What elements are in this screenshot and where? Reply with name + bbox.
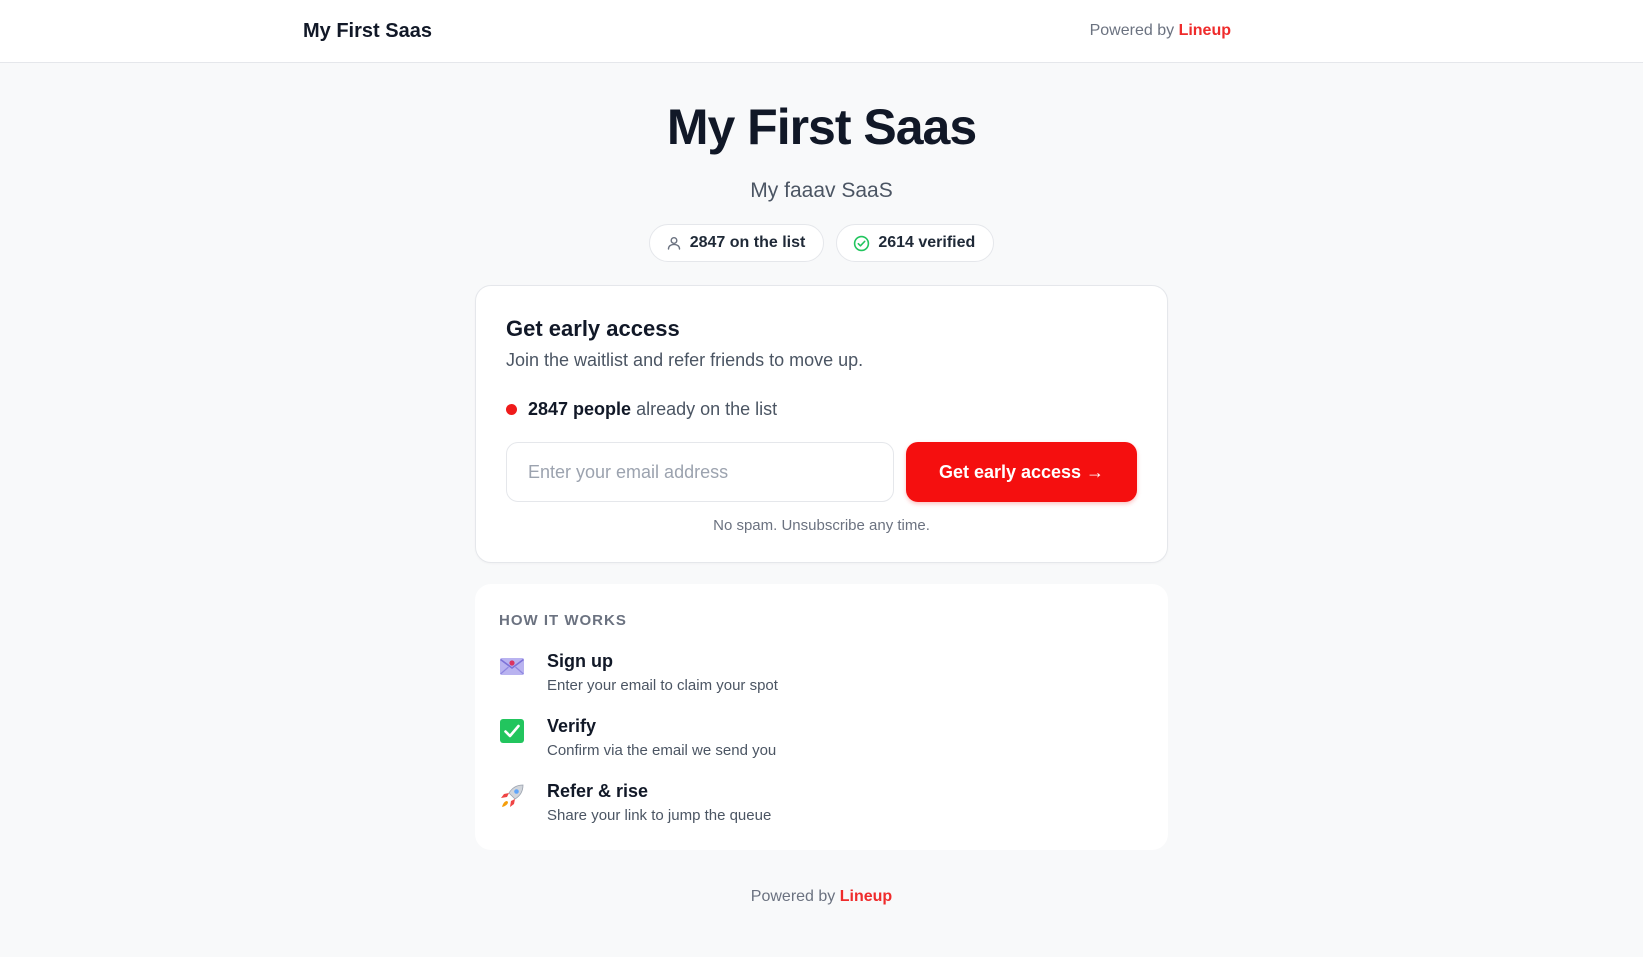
step-refer-desc: Share your link to jump the queue [547,807,772,824]
user-icon [667,237,680,250]
step-refer: Refer & rise Share your link to jump the… [499,781,1144,824]
envelope-icon [500,658,524,675]
step-sign-up: Sign up Enter your email to claim your s… [499,651,1144,694]
signup-form: Get early access → [506,442,1137,502]
top-bar: My First Saas Powered by Lineup [0,0,1643,63]
get-early-access-button[interactable]: Get early access → [906,442,1137,502]
powered-by-prefix: Powered by [1089,22,1175,39]
waitlist-count: 2847 people already on the list [506,399,1137,420]
stat-pill-verified: 2614 verified [836,224,995,262]
check-circle-icon [854,235,870,251]
page-title: My First Saas [666,99,977,155]
stat-list-label: 2847 on the list [689,234,806,251]
waitlist-count-number: 2847 people [528,399,632,419]
step-sign-up-desc: Enter your email to claim your spot [547,677,778,694]
stat-verified-label: 2614 verified [878,234,976,251]
email-input[interactable] [506,442,894,502]
step-verify-desc: Confirm via the email we send you [547,742,777,759]
signup-title: Get early access [506,316,680,341]
powered-by[interactable]: Powered by Lineup [1090,22,1231,40]
signup-subtitle: Join the waitlist and refer friends to m… [506,350,864,370]
footer: Powered by Lineup [0,888,1643,906]
step-sign-up-title: Sign up [547,651,613,671]
footer-powered-prefix: Powered by [750,888,836,905]
hero: My First Saas My faaav SaaS 2847 on the … [0,63,1643,262]
waitlist-count-text: already on the list [636,399,778,419]
brand-name[interactable]: My First Saas [303,20,432,43]
no-spam-note: No spam. Unsubscribe any time. [713,517,930,534]
page-tagline: My faaav SaaS [750,179,893,202]
step-verify-title: Verify [547,716,597,736]
checkbox-icon [500,719,524,743]
stats-row: 2847 on the list 2614 verified [0,224,1643,262]
how-it-works: HOW IT WORKS Sign up Enter your email to… [475,584,1168,850]
step-refer-title: Refer & rise [547,781,649,801]
rocket-icon [501,784,524,807]
powered-by-brand-link[interactable]: Lineup [1179,22,1231,39]
live-dot-icon [506,404,517,415]
signup-card: Get early access Join the waitlist and r… [475,285,1168,563]
footer-lineup-link[interactable]: Lineup [840,888,892,905]
how-it-works-title: HOW IT WORKS [499,612,627,629]
stat-pill-list: 2847 on the list [648,224,825,262]
step-verify: Verify Confirm via the email we send you [499,716,1144,759]
